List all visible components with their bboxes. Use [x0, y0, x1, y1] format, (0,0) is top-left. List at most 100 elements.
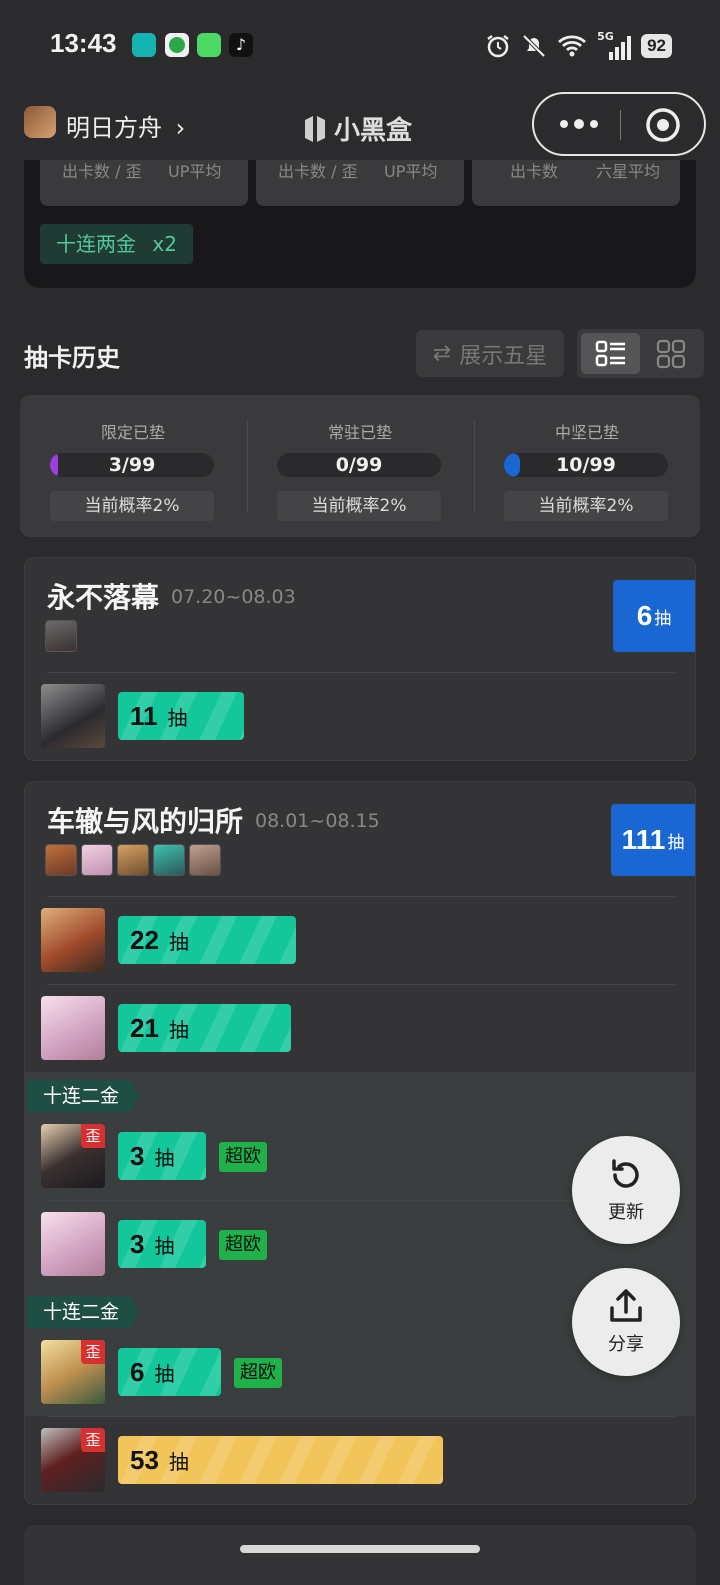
pull-unit: 抽 [154, 1361, 175, 1386]
pull-bar: 6 抽 [118, 1348, 221, 1396]
banner-card-next [24, 1525, 696, 1585]
pull-value: 22 [130, 924, 159, 955]
wifi-icon [558, 35, 587, 57]
pity-label: 限定已垫 [100, 423, 165, 442]
banner-date: 07.20~08.03 [171, 586, 296, 608]
off-banner-badge: 歪 [81, 1340, 105, 1364]
swap-icon: ⇄ [432, 341, 452, 366]
pity-rate: 当前概率2% [277, 491, 441, 521]
pull-value: 3 [130, 1228, 145, 1259]
stat-right-label: UP平均 [168, 162, 222, 181]
multi-gold-tag: 十连二金 [27, 1080, 140, 1112]
lucky-tag: 超欧 [234, 1358, 282, 1388]
mute-bell-icon [522, 34, 546, 58]
operator-avatar [41, 684, 105, 748]
stat-cell-core: 出卡数 六星平均 [472, 160, 680, 206]
operator-thumb [45, 620, 77, 652]
stat-cell-limited: 出卡数 / 歪 UP平均 [40, 160, 248, 206]
pity-bar: 0/99 [277, 453, 441, 477]
refresh-button[interactable]: 更新 [572, 1136, 680, 1244]
pull-value: 3 [130, 1140, 145, 1171]
pull-count-badge: 111 抽 [611, 804, 695, 876]
pity-standard: 常驻已垫 0/99 当前概率2% [247, 395, 473, 537]
operator-thumb [153, 844, 185, 876]
nav-bar: 明日方舟 › 小黑盒 [0, 90, 720, 170]
banner-date: 08.01~08.15 [255, 810, 380, 832]
pull-bar: 22 抽 [118, 916, 296, 964]
stat-right-label: UP平均 [384, 162, 438, 181]
featured-operators [45, 844, 221, 876]
pity-value: 0/99 [335, 454, 383, 476]
tiktok-app-icon: ♪ [229, 33, 253, 57]
pity-value: 3/99 [108, 454, 156, 476]
signal-icon: 5G [597, 30, 632, 60]
banner-card[interactable]: 永不落幕 07.20~08.03 6 抽 11 抽 [24, 557, 696, 761]
refresh-label: 更新 [608, 1202, 644, 1223]
stat-left-label: 出卡数 [510, 162, 559, 181]
more-icon[interactable] [556, 108, 602, 140]
heybox-logo-icon [305, 115, 325, 142]
tenpull-tag: 十连两金 x2 [40, 224, 193, 264]
battery-indicator: 92 [641, 34, 672, 58]
pull-value: 53 [130, 1444, 159, 1475]
multi-gold-tag: 十连二金 [27, 1296, 140, 1328]
tenpull-tag-label: 十连两金 [56, 232, 136, 256]
alarm-icon [487, 35, 509, 58]
pity-rate: 当前概率2% [504, 491, 668, 521]
banner-name: 车辙与风的归所 [47, 805, 244, 838]
operator-avatar [41, 908, 105, 972]
pull-row: 11 抽 [25, 672, 695, 760]
mini-program-capsule [532, 92, 706, 156]
chevron-right-icon: › [175, 114, 186, 142]
operator-thumb [45, 844, 77, 876]
close-target-icon[interactable] [644, 106, 682, 144]
share-button[interactable]: 分享 [572, 1268, 680, 1376]
grid-view-button[interactable] [644, 333, 700, 374]
off-banner-badge: 歪 [81, 1124, 105, 1148]
operator-avatar [41, 996, 105, 1060]
pity-bar: 3/99 [50, 453, 214, 477]
status-time: 13:43 [50, 28, 117, 58]
pull-count-unit: 抽 [654, 608, 672, 629]
operator-thumb [81, 844, 113, 876]
network-type: 5G [597, 30, 614, 43]
pity-value: 10/99 [556, 454, 616, 476]
pull-bar: 3 抽 [118, 1132, 206, 1180]
stat-left-label: 出卡数 / 歪 [62, 162, 142, 181]
share-icon [610, 1289, 642, 1322]
pull-unit: 抽 [168, 929, 189, 954]
featured-operators [45, 620, 77, 652]
pull-value: 11 [130, 700, 158, 731]
boss-app-icon [132, 33, 156, 57]
pull-unit: 抽 [168, 1449, 189, 1474]
operator-thumb [117, 844, 149, 876]
capsule-divider [620, 110, 621, 140]
banner-card[interactable]: 车辙与风的归所 08.01~08.15 111 抽 22 抽 21 抽 十连二金… [24, 781, 696, 1505]
list-view-button[interactable] [581, 333, 640, 374]
status-indicators: 5G 92 [485, 30, 672, 62]
show-five-star-button[interactable]: ⇄ 展示五星 [416, 330, 564, 377]
app-title: 小黑盒 [300, 110, 412, 147]
pity-label: 常驻已垫 [327, 423, 392, 442]
lucky-tag: 超欧 [219, 1230, 267, 1260]
view-toggle [577, 329, 704, 378]
game-avatar[interactable] [24, 106, 56, 138]
pull-bar: 11 抽 [118, 692, 244, 740]
banner-name: 永不落幕 [47, 581, 160, 614]
pull-count: 111 [621, 824, 666, 855]
pull-count-unit: 抽 [667, 832, 685, 853]
stat-left-label: 出卡数 / 歪 [278, 162, 358, 181]
game-switcher[interactable]: 明日方舟 › [66, 108, 185, 143]
pull-unit: 抽 [154, 1233, 175, 1258]
operator-avatar [41, 1212, 105, 1276]
pull-count: 6 [636, 600, 653, 631]
grid-view-icon [656, 339, 686, 369]
pity-label: 中坚已垫 [554, 423, 619, 442]
pity-bar: 10/99 [504, 453, 668, 477]
pull-row: 22 抽 [25, 896, 695, 984]
pull-value: 21 [130, 1012, 159, 1043]
show-five-star-label: 展示五星 [459, 343, 548, 369]
home-indicator[interactable] [240, 1545, 480, 1553]
pull-unit: 抽 [168, 1017, 189, 1042]
pull-row: 21 抽 [25, 984, 695, 1072]
